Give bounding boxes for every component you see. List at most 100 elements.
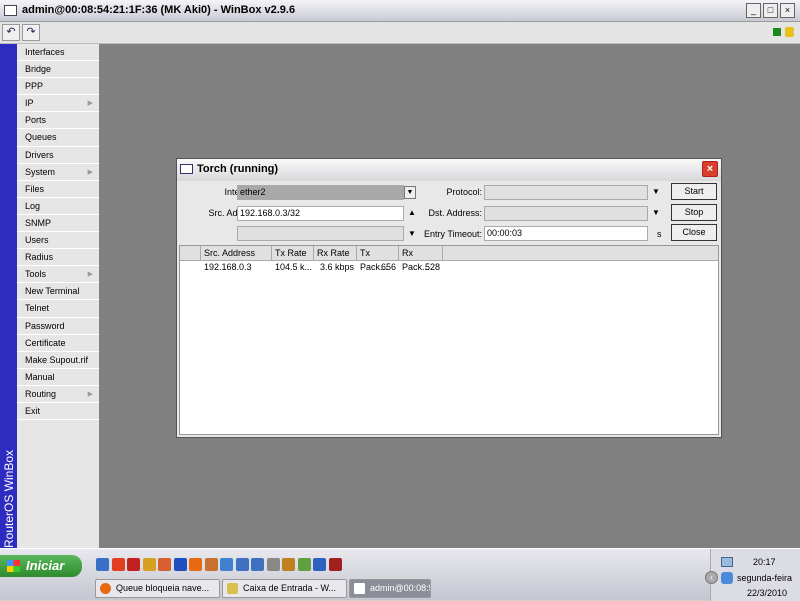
taskbar-task[interactable]: Queue bloqueia nave... [95, 579, 220, 598]
quick-launch-icon[interactable] [158, 558, 171, 571]
submenu-arrow-icon: ▶ [87, 390, 93, 398]
dst-address-label: Dst. Address: [428, 208, 482, 218]
taskbar-task[interactable]: Caixa de Entrada - W... [222, 579, 347, 598]
sidebar-item-drivers[interactable]: Drivers [17, 147, 99, 164]
quick-launch-icon[interactable] [235, 558, 249, 571]
taskbar: Iniciar Queue bloqueia nave... Caixa de … [0, 548, 800, 601]
quick-launch-icon[interactable] [313, 558, 326, 571]
table-cell: 104.5 k... [275, 262, 313, 272]
sidebar-item-telnet[interactable]: Telnet [17, 300, 99, 318]
column-header[interactable]: Rx Pack... [399, 246, 443, 272]
quick-launch-icon[interactable] [173, 558, 187, 571]
quick-launch-icon[interactable] [220, 558, 233, 571]
app-icon [4, 5, 17, 16]
quick-launch-icon[interactable] [266, 558, 280, 571]
dialog-title: Torch (running) [197, 163, 279, 175]
sidebar-item-label: Users [25, 235, 49, 246]
src-address-input[interactable]: 192.168.0.3/32 [237, 206, 404, 221]
dialog-titlebar: Torch (running) × [177, 159, 721, 181]
sidebar-item-routing[interactable]: Routing ▶ [17, 386, 99, 403]
timeout-unit: s [657, 229, 662, 239]
sidebar-item-files[interactable]: Files [17, 181, 99, 198]
chevron-left-icon[interactable]: ‹ [705, 571, 718, 584]
quick-launch-icon[interactable] [111, 558, 125, 571]
sidebar-item-label: System [25, 166, 56, 177]
sidebar-item-new-terminal[interactable]: New Terminal [17, 283, 99, 301]
network-icon[interactable] [721, 572, 733, 584]
table-cell: 3.6 kbps [319, 262, 354, 272]
sidebar-item-label: Files [25, 183, 45, 194]
sidebar-item-label: Drivers [25, 149, 54, 160]
sidebar-item-queues[interactable]: Queues [17, 129, 99, 147]
task-label: Caixa de Entrada - W... [243, 583, 337, 593]
dst-address-input[interactable] [484, 206, 648, 221]
start-button[interactable]: Start [671, 183, 717, 200]
undo-button[interactable]: ↶ [2, 24, 20, 41]
column-header[interactable]: Rx Rate [314, 246, 357, 261]
quick-launch-icon[interactable] [204, 558, 218, 571]
protocol-input[interactable] [484, 185, 648, 200]
stop-button[interactable]: Stop [671, 204, 717, 221]
sidebar-item-exit[interactable]: Exit [17, 403, 99, 421]
task-label: Queue bloqueia nave... [116, 583, 210, 593]
quick-launch-icon[interactable] [127, 558, 140, 571]
sidebar-item-users[interactable]: Users [17, 232, 99, 250]
quick-launch-icon[interactable] [251, 558, 264, 571]
quick-launch-icon[interactable] [297, 558, 311, 571]
column-header[interactable]: Tx Pack... [357, 246, 399, 272]
start-button[interactable]: Iniciar [0, 555, 82, 577]
column-header[interactable]: Tx Rate [272, 246, 314, 261]
sidebar-item-radius[interactable]: Radius [17, 249, 99, 267]
sidebar-item-ports[interactable]: Ports [17, 112, 99, 130]
close-dialog-button[interactable]: Close [671, 224, 717, 241]
column-header[interactable]: Src. Address [201, 246, 272, 261]
entry-timeout-input[interactable]: 00:00:03 [484, 226, 648, 241]
sidebar-item-label: Interfaces [25, 47, 65, 57]
taskbar-task-active[interactable]: admin@00:08:54:21:... [349, 579, 431, 598]
entry-timeout-label: Entry Timeout: [423, 229, 482, 239]
sidebar-item-ppp[interactable]: PPP [17, 78, 99, 96]
expand-down-icon[interactable]: ▼ [652, 187, 660, 196]
sidebar-item-manual[interactable]: Manual [17, 369, 99, 386]
sidebar-item-password[interactable]: Password [17, 318, 99, 335]
quick-launch-icon[interactable] [328, 558, 342, 571]
sidebar-item-label: Password [25, 320, 65, 331]
sidebar-item-log[interactable]: Log [17, 198, 99, 215]
table-cell: 192.168.0.3 [204, 262, 252, 272]
mail-icon[interactable] [721, 557, 733, 567]
quick-launch-icon[interactable] [189, 558, 202, 571]
quick-launch-icon[interactable] [282, 558, 295, 571]
torch-dialog: Torch (running) × Interface: ether2 ▼ Sr… [176, 158, 722, 438]
interface-select[interactable]: ether2 [237, 185, 404, 200]
sidebar-item-interfaces[interactable]: Interfaces [17, 44, 99, 62]
sidebar-item-make-supout-rif[interactable]: Make Supout.rif [17, 352, 99, 369]
expand-down-icon[interactable]: ▼ [652, 208, 660, 217]
protocol-label: Protocol: [446, 187, 482, 197]
clock-date: 22/3/2010 [747, 588, 788, 598]
port-input[interactable] [237, 226, 404, 241]
quick-launch-icon[interactable] [142, 558, 156, 571]
sidebar-item-snmp[interactable]: SNMP [17, 215, 99, 233]
sidebar-item-ip[interactable]: IP ▶ [17, 95, 99, 113]
redo-button[interactable]: ↷ [22, 24, 40, 41]
sidebar-item-label: Make Supout.rif [25, 354, 89, 365]
sidebar-item-certificate[interactable]: Certificate [17, 335, 99, 352]
clock-time[interactable]: 20:17 [753, 557, 776, 567]
sidebar-item-label: Certificate [25, 337, 66, 348]
close-button[interactable]: × [780, 3, 795, 18]
toolbar: ↶ ↷ [0, 22, 800, 44]
sidebar-item-bridge[interactable]: Bridge [17, 61, 99, 79]
maximize-button[interactable]: □ [763, 3, 778, 18]
sidebar-item-label: PPP [25, 81, 44, 92]
sidebar-item-tools[interactable]: Tools ▶ [17, 266, 99, 284]
quick-launch-icon[interactable] [96, 558, 109, 571]
submenu-arrow-icon: ▶ [87, 271, 93, 279]
window-title: admin@00:08:54:21:1F:36 (MK Aki0) - WinB… [22, 4, 296, 16]
minimize-button[interactable]: _ [746, 3, 761, 18]
start-label: Iniciar [26, 558, 65, 573]
dialog-close-icon[interactable]: × [702, 161, 718, 177]
sidebar-item-label: IP [25, 98, 34, 109]
sidebar-item-system[interactable]: System ▶ [17, 164, 99, 181]
sidebar-item-label: Queues [25, 132, 57, 143]
task-label: admin@00:08:54:21:... [370, 583, 430, 593]
